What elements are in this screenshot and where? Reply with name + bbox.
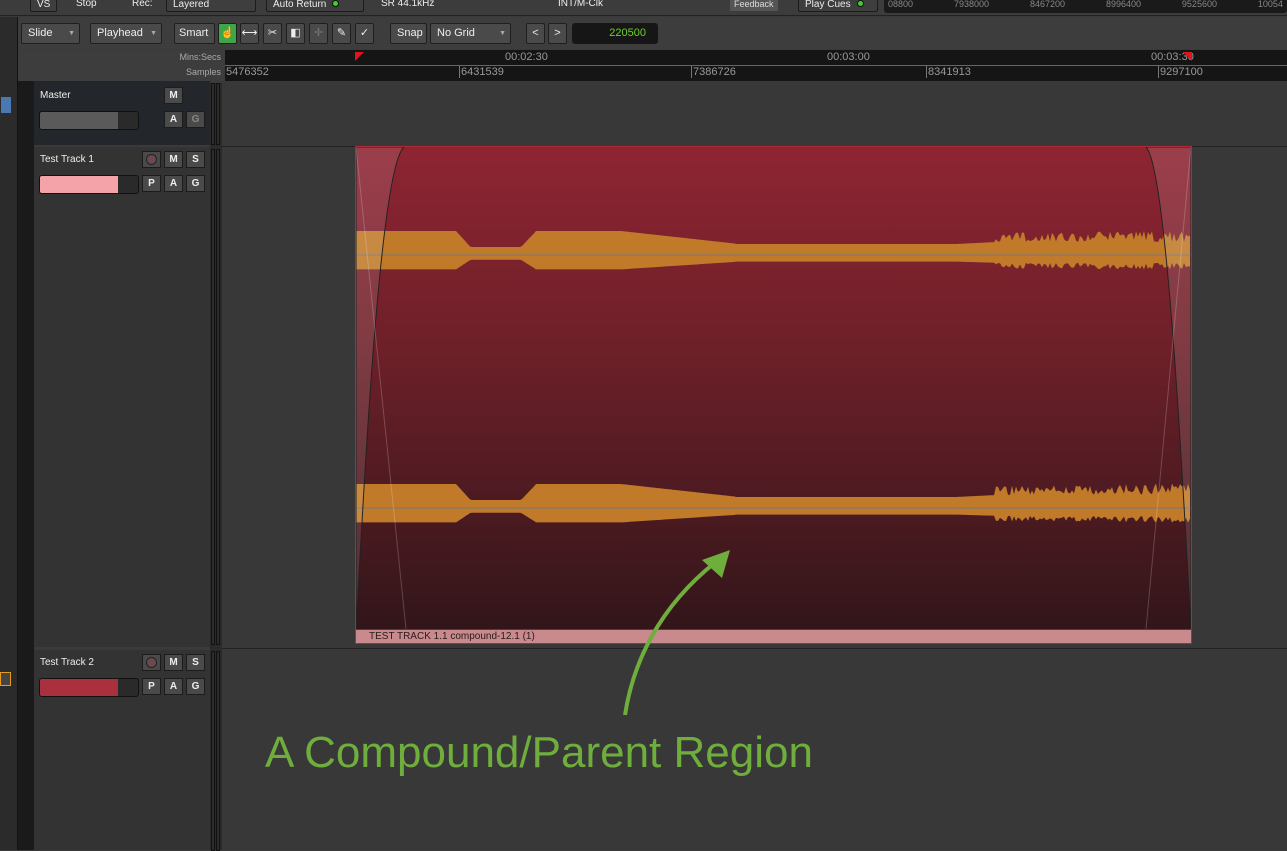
mute-button[interactable]: M	[164, 654, 183, 671]
region-start-marker-icon[interactable]	[355, 52, 364, 61]
rec-mode-select[interactable]: Layered	[166, 0, 256, 12]
rec-label: Rec:	[132, 0, 153, 9]
automation-button[interactable]: A	[164, 175, 183, 192]
automation-button[interactable]: A	[164, 111, 183, 128]
samples-tick: 9297100	[1158, 66, 1203, 78]
mins-tick: 00:03:00	[827, 51, 870, 63]
smart-tool-button[interactable]: Smart	[174, 23, 215, 44]
track-list-gap	[18, 81, 34, 850]
trim-tool-icon[interactable]: ⟷	[240, 23, 259, 44]
group-button[interactable]: G	[186, 678, 205, 695]
vs-button[interactable]: VS	[30, 0, 57, 12]
pencil-icon[interactable]: ✎	[332, 23, 351, 44]
mini-ruler-tick: 9525600	[1182, 0, 1217, 13]
samples-label: Samples	[186, 67, 221, 77]
clock-source: INT/M-Clk	[558, 0, 603, 9]
nudge-right-button[interactable]: >	[548, 23, 567, 44]
region-name-bar[interactable]: TEST TRACK 1.1 compound-12.1 (1)	[356, 629, 1191, 643]
crosshair-icon[interactable]: ✛	[309, 23, 328, 44]
automation-button[interactable]: A	[164, 678, 183, 695]
mini-ruler-tick: 10054	[1258, 0, 1283, 13]
volume-fader[interactable]	[39, 111, 139, 130]
edit-mode-select[interactable]: Slide ▼	[21, 23, 80, 44]
track-header-master[interactable]: Master M A G	[34, 81, 210, 145]
grabber-hand-icon[interactable]: ☝	[218, 23, 237, 44]
region-waveform	[356, 147, 1191, 643]
track-name: Test Track 1	[40, 154, 94, 165]
group-button[interactable]: G	[186, 111, 205, 128]
samples-tick: 5476352	[226, 66, 269, 78]
grid-label: No Grid	[437, 27, 475, 39]
chevron-down-icon: ▼	[68, 24, 75, 43]
snap-button[interactable]: Snap	[390, 23, 427, 44]
mute-button[interactable]: M	[164, 151, 183, 168]
solo-button[interactable]: S	[186, 654, 205, 671]
chevron-down-icon: ▼	[499, 24, 506, 43]
mins-tick: 00:02:30	[505, 51, 548, 63]
track-header-test-track-2[interactable]: Test Track 2 M S P A G	[34, 650, 210, 850]
samples-tick: 6431539	[459, 66, 504, 78]
automation-tool-icon[interactable]: ✓	[355, 23, 374, 44]
timeline-ruler[interactable]: 00:02:30 00:03:00 00:03:30 5476352 64315…	[225, 50, 1287, 81]
playhead-label: Playhead	[97, 27, 143, 39]
volume-fader[interactable]	[39, 678, 139, 697]
mins-secs-label: Mins:Secs	[179, 52, 221, 62]
mini-ruler-tick: 08800	[888, 0, 913, 13]
grid-select[interactable]: No Grid ▼	[430, 23, 511, 44]
status-led-icon	[857, 0, 864, 7]
track-header-test-track-1[interactable]: Test Track 1 M S P A G	[34, 147, 210, 647]
region-end-marker-icon[interactable]	[1183, 52, 1192, 61]
sample-rate: SR 44.1kHz	[381, 0, 434, 9]
nudge-value-display[interactable]: 220500	[572, 23, 658, 44]
solo-button[interactable]: S	[186, 151, 205, 168]
mini-ruler-tick: 8467200	[1030, 0, 1065, 13]
play-cues-label: Play Cues	[805, 0, 851, 10]
group-button[interactable]: G	[186, 175, 205, 192]
record-icon	[146, 657, 157, 668]
speaker-tool-icon[interactable]: ◧	[286, 23, 305, 44]
volume-fader[interactable]	[39, 175, 139, 194]
meter-column	[210, 83, 222, 850]
scissors-icon[interactable]: ✂	[263, 23, 282, 44]
annotation-label: A Compound/Parent Region	[265, 728, 813, 778]
side-selection[interactable]	[1, 97, 11, 113]
record-arm-button[interactable]	[142, 151, 161, 168]
samples-tick: 7386726	[691, 66, 736, 78]
nudge-left-button[interactable]: <	[526, 23, 545, 44]
track-name: Test Track 2	[40, 657, 94, 668]
play-cues-button[interactable]: Play Cues	[798, 0, 878, 12]
side-panel	[0, 17, 18, 850]
samples-tick: 8341913	[926, 66, 971, 78]
auto-return-button[interactable]: Auto Return	[266, 0, 364, 12]
feedback-button[interactable]: Feedback	[730, 0, 778, 11]
status-led-icon	[332, 0, 339, 7]
annotation-arrow-icon	[600, 540, 760, 730]
waveform-channel	[356, 484, 1190, 523]
stop-label: Stop	[76, 0, 97, 9]
mini-ruler-tick: 8996400	[1106, 0, 1141, 13]
auto-return-label: Auto Return	[273, 0, 326, 10]
record-icon	[146, 154, 157, 165]
playlist-button[interactable]: P	[142, 678, 161, 695]
mini-ruler-tick: 7938000	[954, 0, 989, 13]
compound-region[interactable]: TEST TRACK 1.1 compound-12.1 (1)	[355, 146, 1192, 644]
playhead-select[interactable]: Playhead ▼	[90, 23, 162, 44]
ruler-divider	[225, 65, 1287, 66]
side-button[interactable]	[0, 672, 11, 686]
chevron-down-icon: ▼	[150, 24, 157, 43]
edit-mode-label: Slide	[28, 27, 52, 39]
waveform-channel	[356, 231, 1190, 270]
transport-bar: VS Stop Rec: Layered Auto Return SR 44.1…	[0, 0, 1287, 16]
playlist-button[interactable]: P	[142, 175, 161, 192]
mini-ruler[interactable]: 08800 7938000 8467200 8996400 9525600 10054	[884, 0, 1287, 13]
mute-button[interactable]: M	[164, 87, 183, 104]
track-name: Master	[40, 90, 71, 101]
record-arm-button[interactable]	[142, 654, 161, 671]
